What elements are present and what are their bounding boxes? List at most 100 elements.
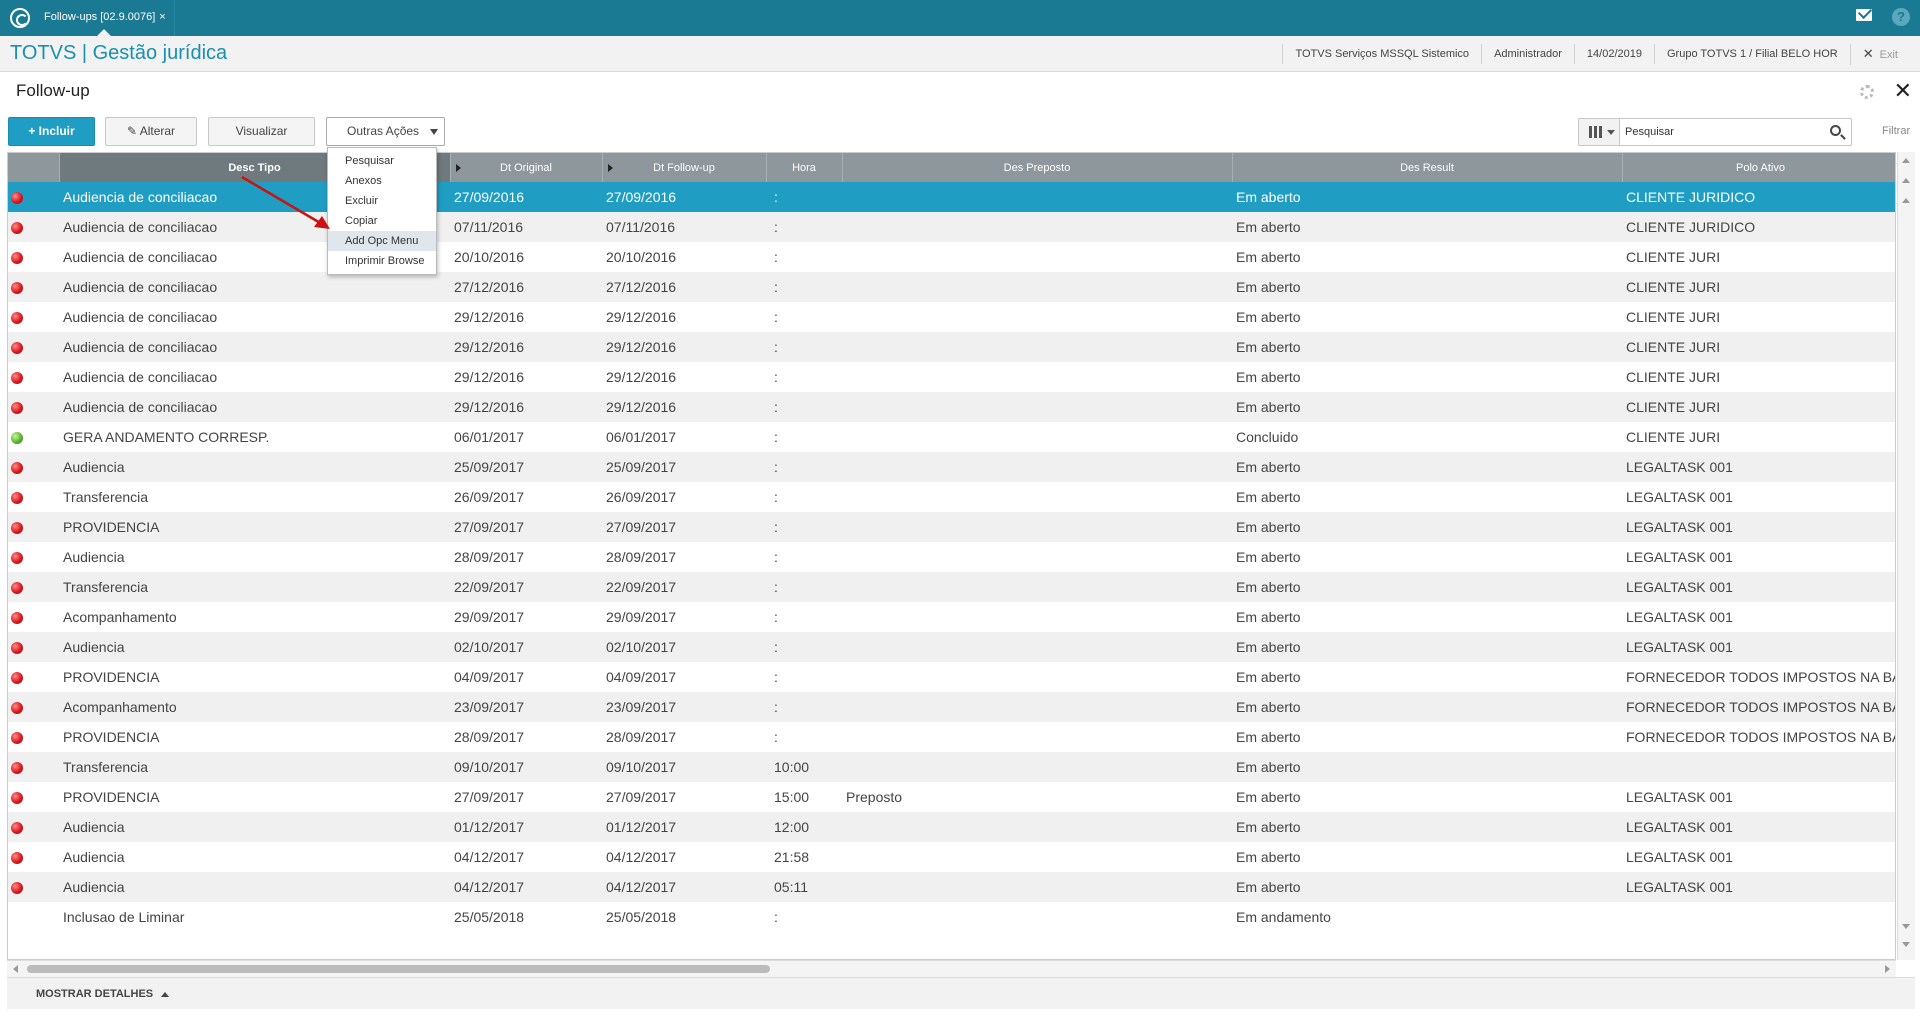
status-red-icon xyxy=(11,222,23,235)
visualizar-button[interactable]: Visualizar xyxy=(208,117,315,146)
col-header-polo-ativo[interactable]: Polo Ativo xyxy=(1622,153,1895,182)
scroll-left-icon[interactable] xyxy=(13,965,18,973)
table-row[interactable]: Audiencia 02/10/2017 02/10/2017: Em aberto L… xyxy=(8,632,1895,662)
help-icon[interactable]: ? xyxy=(1892,8,1910,26)
search-icon[interactable] xyxy=(1830,125,1841,136)
table-row[interactable]: Audiencia de conciliacao 27/12/2016 27/12/… xyxy=(8,272,1895,302)
active-tab-indicator xyxy=(97,29,111,36)
cell-des-preposto xyxy=(842,302,1232,332)
menu-item-excluir[interactable]: Excluir xyxy=(328,191,436,211)
table-row[interactable]: PROVIDENCIA 04/09/2017 04/09/2017: Em abert… xyxy=(8,662,1895,692)
filter-button[interactable]: Filtrar xyxy=(1882,125,1910,137)
tab-close-icon[interactable]: × xyxy=(159,11,165,23)
table-row[interactable]: Acompanhamento 29/09/2017 29/09/2017: Em ab… xyxy=(8,602,1895,632)
scroll-page-down-icon[interactable] xyxy=(1902,942,1910,947)
scroll-top-icon[interactable] xyxy=(1902,158,1910,163)
cell-status xyxy=(8,572,59,602)
menu-item-anexos[interactable]: Anexos xyxy=(328,171,436,191)
table-row[interactable]: Audiencia de conciliacao 29/12/2016 29/12/… xyxy=(8,362,1895,392)
cell-dt-original: 27/09/2017 xyxy=(454,789,525,805)
caret-right-icon xyxy=(455,164,461,172)
follow-up-table: Desc Tipo Dt Original Dt Follow-up Hora … xyxy=(8,153,1895,932)
table-row[interactable]: Audiencia 04/12/2017 04/12/2017 21:58 Em abe… xyxy=(8,842,1895,872)
cell-status xyxy=(8,362,59,392)
cell-des-preposto xyxy=(842,212,1232,242)
table-row[interactable]: Transferencia 26/09/2017 26/09/2017: Em abe… xyxy=(8,482,1895,512)
cell-hora: : xyxy=(774,609,778,625)
table-row[interactable]: Audiencia 28/09/2017 28/09/2017: Em aberto L… xyxy=(8,542,1895,572)
cell-hora: : xyxy=(766,512,842,542)
col-header-dt-follow-up[interactable]: Dt Follow-up xyxy=(602,153,767,182)
table-row[interactable]: Audiencia 25/09/2017 25/09/2017: Em aberto L… xyxy=(8,452,1895,482)
plus-icon: + xyxy=(28,124,36,138)
table-row[interactable]: PROVIDENCIA 27/09/2017 27/09/2017 15:00 Prep… xyxy=(8,782,1895,812)
session-info: TOTVS Serviços MSSQL Sistemico Administr… xyxy=(1282,36,1910,72)
cell-des-result: Em aberto xyxy=(1232,392,1622,422)
table-row[interactable]: Audiencia de conciliacao 29/12/2016 29/12/… xyxy=(8,392,1895,422)
cell-hora: : xyxy=(774,549,778,565)
cell-polo-ativo: LEGALTASK 001 xyxy=(1626,549,1733,565)
table-row[interactable]: GERA ANDAMENTO CORRESP. 06/01/2017 06/01/2… xyxy=(8,422,1895,452)
cell-polo-ativo: CLIENTE JURI xyxy=(1622,272,1895,302)
cell-polo-ativo: CLIENTE JURI xyxy=(1626,369,1721,385)
cell-dt-follow-up: 29/12/2016 xyxy=(606,309,677,325)
cell-des-result: Em aberto xyxy=(1236,849,1301,865)
status-red-icon xyxy=(11,252,23,265)
mail-icon[interactable] xyxy=(1856,9,1872,21)
horizontal-scrollbar[interactable] xyxy=(7,960,1896,977)
cell-status xyxy=(8,302,59,332)
alterar-button[interactable]: ✎ Alterar xyxy=(105,117,197,146)
cell-dt-original: 27/09/2016 xyxy=(450,182,602,212)
column-bar xyxy=(1594,126,1597,138)
cell-status xyxy=(8,602,59,632)
cell-desc-tipo: Audiencia de conciliacao xyxy=(59,272,450,302)
scroll-page-up-icon[interactable] xyxy=(1902,178,1910,183)
table-row[interactable]: Acompanhamento 23/09/2017 23/09/2017: Em ab… xyxy=(8,692,1895,722)
incluir-button[interactable]: + Incluir xyxy=(8,117,95,146)
cell-dt-follow-up: 01/12/2017 xyxy=(602,812,766,842)
cell-dt-original: 25/05/2018 xyxy=(454,909,525,925)
col-header-des-result[interactable]: Des Result xyxy=(1232,153,1623,182)
table-row[interactable]: Audiencia de conciliacao 29/12/2016 29/12/… xyxy=(8,302,1895,332)
gear-icon[interactable] xyxy=(1860,85,1874,99)
table-row[interactable]: Inclusao de Liminar 25/05/2018 25/05/2018:… xyxy=(8,902,1895,932)
horizontal-scroll-thumb[interactable] xyxy=(27,965,770,973)
cell-dt-original: 27/09/2017 xyxy=(450,512,602,542)
table-row[interactable]: Transferencia 09/10/2017 09/10/2017 10:00 Em… xyxy=(8,752,1895,782)
cell-status xyxy=(8,542,59,572)
cell-dt-original: 06/01/2017 xyxy=(454,429,525,445)
table-row[interactable]: Transferencia 22/09/2017 22/09/2017: Em abe… xyxy=(8,572,1895,602)
scroll-right-icon[interactable] xyxy=(1885,965,1890,973)
outras-acoes-button[interactable]: Outras Ações xyxy=(326,117,445,146)
vertical-scrollbar[interactable] xyxy=(1897,152,1915,960)
menu-item-imprimir-browse[interactable]: Imprimir Browse xyxy=(328,251,436,271)
totvs-logo-icon[interactable] xyxy=(10,8,30,28)
status-red-icon xyxy=(11,702,23,715)
cell-status xyxy=(8,392,59,422)
table-row[interactable]: Audiencia 01/12/2017 01/12/2017 12:00 Em abe… xyxy=(8,812,1895,842)
table-row[interactable]: PROVIDENCIA 28/09/2017 28/09/2017: Em abert… xyxy=(8,722,1895,752)
cell-polo-ativo: CLIENTE JURI xyxy=(1626,309,1721,325)
cell-des-result: Em aberto xyxy=(1236,309,1301,325)
mostrar-detalhes-button[interactable]: MOSTRAR DETALHES xyxy=(36,988,170,1000)
cell-dt-follow-up: 29/09/2017 xyxy=(606,609,677,625)
close-icon[interactable]: ✕ xyxy=(1894,78,1912,104)
search-input[interactable] xyxy=(1625,122,1815,142)
menu-item-copiar[interactable]: Copiar xyxy=(328,211,436,231)
exit-button[interactable]: ✕ Exit xyxy=(1849,43,1910,65)
table-row[interactable]: Audiencia de conciliacao 29/12/2016 29/12/… xyxy=(8,332,1895,362)
col-header-hora[interactable]: Hora xyxy=(766,153,843,182)
cell-des-result: Em aberto xyxy=(1236,369,1301,385)
col-header-dt-original[interactable]: Dt Original xyxy=(450,153,603,182)
table-row[interactable]: Audiencia 04/12/2017 04/12/2017 05:11 Em abe… xyxy=(8,872,1895,902)
menu-item-pesquisar[interactable]: Pesquisar xyxy=(328,151,436,171)
scroll-down-icon[interactable] xyxy=(1902,924,1910,929)
cell-des-preposto xyxy=(842,572,1232,602)
cell-desc-tipo: Audiencia xyxy=(59,812,450,842)
scroll-up-icon[interactable] xyxy=(1902,198,1910,203)
table-row[interactable]: Audiencia de conciliacao 20/10/2016 20/10/… xyxy=(8,242,1895,272)
column-selector-button[interactable] xyxy=(1579,119,1620,145)
col-header-des-preposto[interactable]: Des Preposto xyxy=(842,153,1233,182)
menu-item-add-opc-menu[interactable]: Add Opc Menu xyxy=(328,231,436,251)
table-row[interactable]: PROVIDENCIA 27/09/2017 27/09/2017: Em abert… xyxy=(8,512,1895,542)
